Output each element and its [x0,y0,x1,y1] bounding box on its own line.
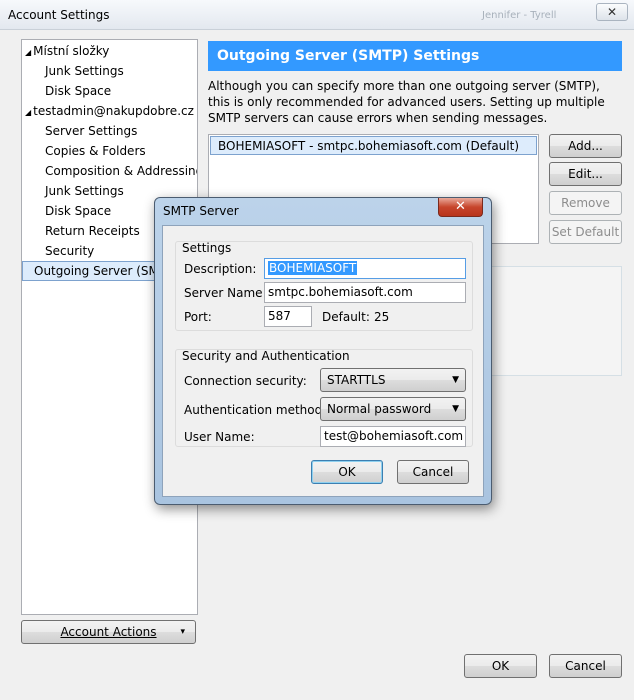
ok-button-label: OK [491,659,510,673]
account-actions-label: Account Actions [60,625,157,639]
dialog-cancel-button[interactable]: Cancel [397,460,469,484]
security-auth-group: Security and Authentication Connection s… [175,349,473,447]
cancel-button[interactable]: Cancel [549,654,622,678]
tree-item-label: Místní složky [33,44,110,58]
user-name-value: test@bohemiasoft.com [324,429,464,443]
settings-group-title: Settings [182,241,232,255]
tree-item-label: Return Receipts [45,224,140,238]
port-label: Port: [184,310,212,324]
tree-item-label: Junk Settings [45,64,124,78]
default-port-value: 25 [374,310,390,324]
set-default-button[interactable]: Set Default [549,220,622,244]
server-name-label: Server Name: [184,286,267,300]
tree-item-label: Copies & Folders [45,144,146,158]
port-input[interactable]: 587 [264,306,312,327]
settings-group: Settings Description: BOHEMIASOFT Server… [175,241,473,331]
dropdown-arrow-icon: ▾ [180,627,185,637]
tree-item-label: Security [45,244,95,258]
user-name-label: User Name: [184,430,255,444]
cancel-button-label: Cancel [565,659,606,673]
smtp-server-row[interactable]: BOHEMIASOFT - smtpc.bohemiasoft.com (Def… [210,136,537,155]
add-server-button[interactable]: Add... [549,134,622,158]
tree-item-label: Junk Settings [45,184,124,198]
default-port-label: Default: [322,310,370,324]
close-icon: ✕ [606,5,618,19]
server-name-value: smtpc.bohemiasoft.com [268,285,413,299]
port-value: 587 [268,309,291,323]
description-value: BOHEMIASOFT [268,261,358,275]
description-label: Description: [184,262,257,276]
dialog-close-button[interactable]: ✕ [438,198,483,217]
tree-item-label: Server Settings [45,124,138,138]
smtp-panel-title: Outgoing Server (SMTP) Settings [208,41,622,71]
dialog-cancel-label: Cancel [412,465,454,479]
window-titlebar: Account Settings Jennifer - Tyrell ✕ [0,0,634,30]
user-name-input[interactable]: test@bohemiasoft.com [320,426,466,447]
tree-item-testadmin-account[interactable]: ◢ testadmin@nakupdobre.cz [22,101,197,121]
tree-item-label: Disk Space [45,84,112,98]
authentication-method-label: Authentication method: [184,403,327,417]
account-actions-button[interactable]: Account Actions ▾ [21,620,196,644]
remove-button-label: Remove [561,196,610,210]
dialog-title: SMTP Server [163,204,239,218]
dropdown-arrow-icon: ▼ [452,375,459,385]
connection-security-label: Connection security: [184,374,307,388]
set-default-button-label: Set Default [551,225,620,239]
connection-security-value: STARTTLS [327,373,386,387]
server-name-input[interactable]: smtpc.bohemiasoft.com [264,282,466,303]
remove-server-button[interactable]: Remove [549,191,622,215]
tree-item-copies-folders[interactable]: Copies & Folders [22,141,197,161]
add-button-label: Add... [568,139,603,153]
edit-server-button[interactable]: Edit... [549,162,622,186]
tree-item-server-settings[interactable]: Server Settings [22,121,197,141]
close-icon: ✕ [455,199,466,214]
authentication-method-value: Normal password [327,402,432,416]
authentication-method-select[interactable]: Normal password ▼ [320,397,466,421]
expand-triangle-icon[interactable]: ◢ [25,48,31,57]
ok-button[interactable]: OK [464,654,537,678]
smtp-server-dialog: SMTP Server ✕ Settings Description: BOHE… [154,197,492,505]
dropdown-arrow-icon: ▼ [452,404,459,414]
tree-item-composition-addressing[interactable]: Composition & Addressing [22,161,197,181]
tree-item-label: Composition & Addressing [45,164,197,178]
dialog-ok-label: OK [338,465,356,479]
background-window-title: Jennifer - Tyrell [482,10,557,21]
tree-item-junk-settings[interactable]: Junk Settings [22,61,197,81]
expand-triangle-icon[interactable]: ◢ [25,108,31,117]
security-group-title: Security and Authentication [182,349,350,363]
tree-item-disk-space[interactable]: Disk Space [22,81,197,101]
edit-button-label: Edit... [568,167,603,181]
window-title: Account Settings [8,8,110,22]
tree-item-label: testadmin@nakupdobre.cz [33,104,194,118]
dialog-ok-button[interactable]: OK [311,460,383,484]
window-close-button[interactable]: ✕ [596,3,628,21]
description-input[interactable]: BOHEMIASOFT [264,258,466,279]
tree-item-label: Disk Space [45,204,112,218]
smtp-panel-description: Although you can specify more than one o… [208,79,605,125]
connection-security-select[interactable]: STARTTLS ▼ [320,368,466,392]
tree-item-mistni-slozky[interactable]: ◢ Místní složky [22,41,197,61]
dialog-client-area: Settings Description: BOHEMIASOFT Server… [162,225,484,497]
